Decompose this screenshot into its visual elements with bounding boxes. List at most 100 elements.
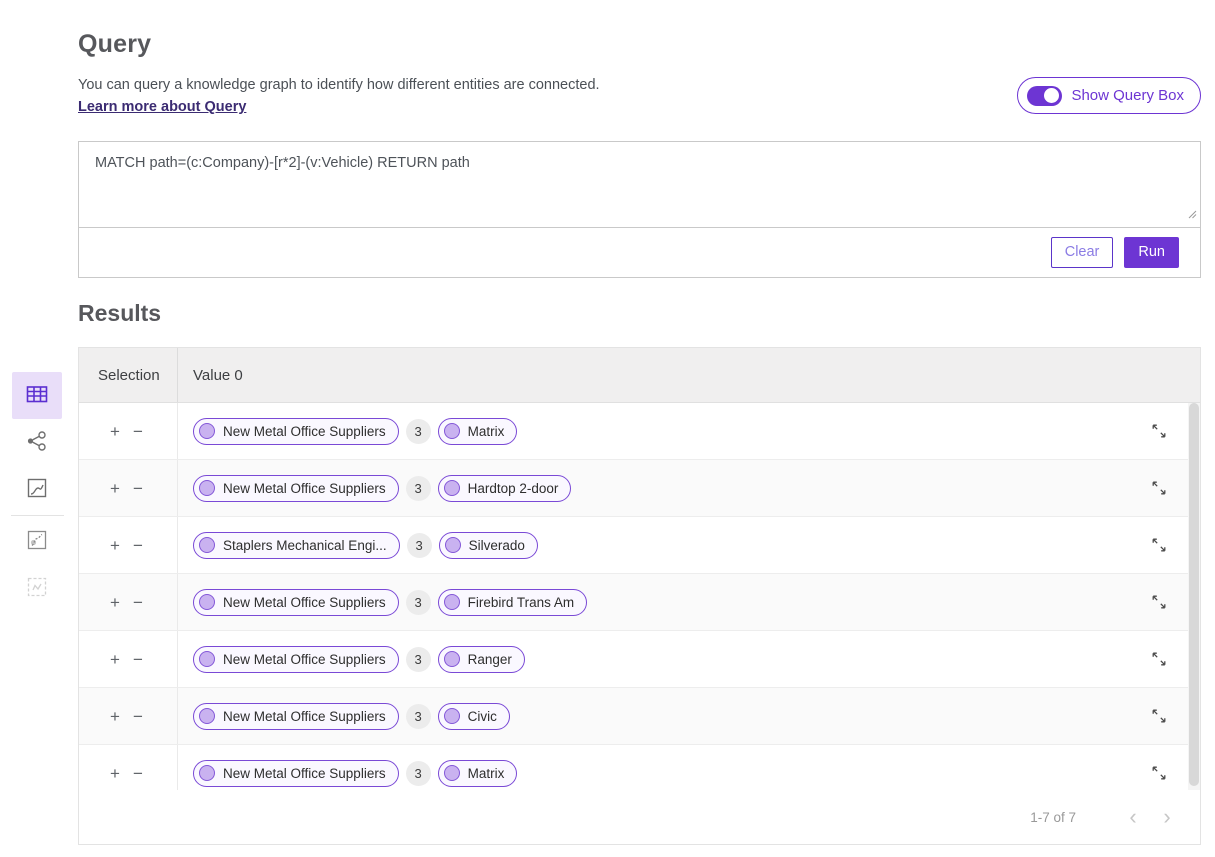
source-pill-label: New Metal Office Suppliers xyxy=(223,424,386,439)
source-entity-pill[interactable]: New Metal Office Suppliers xyxy=(193,703,399,730)
target-pill-label: Hardtop 2-door xyxy=(468,481,559,496)
source-pill-label: New Metal Office Suppliers xyxy=(223,652,386,667)
source-pill-label: New Metal Office Suppliers xyxy=(223,709,386,724)
target-entity-pill[interactable]: Hardtop 2-door xyxy=(438,475,572,502)
source-entity-pill[interactable]: Staplers Mechanical Engi... xyxy=(193,532,400,559)
expand-row-icon[interactable] xyxy=(1148,477,1170,499)
expand-row-icon[interactable] xyxy=(1148,591,1170,613)
remove-row-button[interactable]: − xyxy=(133,765,143,782)
expand-row-icon[interactable] xyxy=(1148,648,1170,670)
expand-row-icon[interactable] xyxy=(1148,762,1170,784)
target-entity-pill[interactable]: Matrix xyxy=(438,418,518,445)
scrollbar-thumb[interactable] xyxy=(1189,403,1199,786)
source-entity-pill[interactable]: New Metal Office Suppliers xyxy=(193,589,399,616)
hop-count-badge: 3 xyxy=(406,419,431,444)
selection-cell: + − xyxy=(79,574,178,630)
target-entity-pill[interactable]: Matrix xyxy=(438,760,518,787)
add-row-button[interactable]: + xyxy=(110,651,120,668)
next-page-icon[interactable]: › xyxy=(1156,806,1178,828)
remove-row-button[interactable]: − xyxy=(133,594,143,611)
query-editor-wrap: MATCH path=(c:Company)-[r*2]-(v:Vehicle)… xyxy=(79,142,1200,228)
remove-row-button[interactable]: − xyxy=(133,708,143,725)
view-switch-sidebar xyxy=(11,372,64,612)
target-entity-pill[interactable]: Ranger xyxy=(438,646,525,673)
source-pill-label: New Metal Office Suppliers xyxy=(223,595,386,610)
sidebar-item-custom-view[interactable] xyxy=(12,565,62,612)
expand-row-icon[interactable] xyxy=(1148,534,1170,556)
page-title: Query xyxy=(78,30,151,59)
source-entity-pill[interactable]: New Metal Office Suppliers xyxy=(193,475,399,502)
toggle-switch-icon xyxy=(1027,86,1062,106)
node-icon xyxy=(199,480,215,496)
target-pill-label: Firebird Trans Am xyxy=(468,595,575,610)
query-page: Query You can query a knowledge graph to… xyxy=(0,0,1215,857)
node-icon xyxy=(199,423,215,439)
target-entity-pill[interactable]: Firebird Trans Am xyxy=(438,589,588,616)
previous-page-icon[interactable]: ‹ xyxy=(1122,806,1144,828)
hop-count-badge: 3 xyxy=(406,476,431,501)
expand-row-icon[interactable] xyxy=(1148,420,1170,442)
source-pill-label: New Metal Office Suppliers xyxy=(223,766,386,781)
remove-row-button[interactable]: − xyxy=(133,651,143,668)
clear-button[interactable]: Clear xyxy=(1051,237,1114,268)
selection-cell: + − xyxy=(79,631,178,687)
run-button[interactable]: Run xyxy=(1124,237,1179,268)
hop-count-badge: 3 xyxy=(406,761,431,786)
target-entity-pill[interactable]: Civic xyxy=(438,703,510,730)
expand-row-icon[interactable] xyxy=(1148,705,1170,727)
add-row-button[interactable]: + xyxy=(110,765,120,782)
results-title: Results xyxy=(78,300,161,327)
target-entity-pill[interactable]: Silverado xyxy=(439,532,538,559)
sidebar-item-graph-view[interactable] xyxy=(12,419,62,466)
value-cell: New Metal Office Suppliers 3 Firebird Tr… xyxy=(178,574,1200,630)
source-pill-label: Staplers Mechanical Engi... xyxy=(223,538,387,553)
source-entity-pill[interactable]: New Metal Office Suppliers xyxy=(193,760,399,787)
sidebar-item-chart-view[interactable] xyxy=(12,466,62,513)
sidebar-item-map-view[interactable] xyxy=(12,518,62,565)
query-panel-footer: Clear Run xyxy=(79,228,1200,276)
selection-cell: + − xyxy=(79,688,178,744)
results-table-header: Selection Value 0 xyxy=(79,348,1200,403)
node-icon xyxy=(444,594,460,610)
target-pill-label: Matrix xyxy=(468,766,505,781)
vertical-scrollbar[interactable] xyxy=(1188,403,1200,790)
add-row-button[interactable]: + xyxy=(110,594,120,611)
hop-count-badge: 3 xyxy=(406,704,431,729)
chart-view-icon xyxy=(27,478,47,501)
sidebar-item-table-view[interactable] xyxy=(12,372,62,419)
toggle-label: Show Query Box xyxy=(1071,87,1184,104)
table-row: + − New Metal Office Suppliers 3 Matrix xyxy=(79,745,1200,790)
node-icon xyxy=(444,708,460,724)
add-row-button[interactable]: + xyxy=(110,480,120,497)
source-entity-pill[interactable]: New Metal Office Suppliers xyxy=(193,646,399,673)
remove-row-button[interactable]: − xyxy=(133,480,143,497)
remove-row-button[interactable]: − xyxy=(133,537,143,554)
table-row: + − New Metal Office Suppliers 3 Ranger xyxy=(79,631,1200,688)
remove-row-button[interactable]: − xyxy=(133,423,143,440)
node-icon xyxy=(444,651,460,667)
column-header-selection: Selection xyxy=(79,348,178,402)
graph-view-icon xyxy=(26,430,48,455)
main-content: Query You can query a knowledge graph to… xyxy=(78,0,1202,857)
table-row: + − New Metal Office Suppliers 3 Matrix xyxy=(79,403,1200,460)
value-cell: New Metal Office Suppliers 3 Hardtop 2-d… xyxy=(178,460,1200,516)
value-cell: Staplers Mechanical Engi... 3 Silverado xyxy=(178,517,1200,573)
selection-cell: + − xyxy=(79,517,178,573)
query-input[interactable]: MATCH path=(c:Company)-[r*2]-(v:Vehicle)… xyxy=(79,142,1200,227)
add-row-button[interactable]: + xyxy=(110,423,120,440)
learn-more-link[interactable]: Learn more about Query xyxy=(78,99,246,115)
target-pill-label: Ranger xyxy=(468,652,512,667)
show-query-box-toggle[interactable]: Show Query Box xyxy=(1017,77,1201,114)
node-icon xyxy=(444,765,460,781)
value-cell: New Metal Office Suppliers 3 Matrix xyxy=(178,745,1200,790)
node-icon xyxy=(199,651,215,667)
node-icon xyxy=(444,480,460,496)
source-entity-pill[interactable]: New Metal Office Suppliers xyxy=(193,418,399,445)
add-row-button[interactable]: + xyxy=(110,708,120,725)
node-icon xyxy=(199,765,215,781)
hop-count-badge: 3 xyxy=(406,647,431,672)
page-description: You can query a knowledge graph to ident… xyxy=(78,77,600,93)
node-icon xyxy=(199,594,215,610)
add-row-button[interactable]: + xyxy=(110,537,120,554)
node-icon xyxy=(199,537,215,553)
